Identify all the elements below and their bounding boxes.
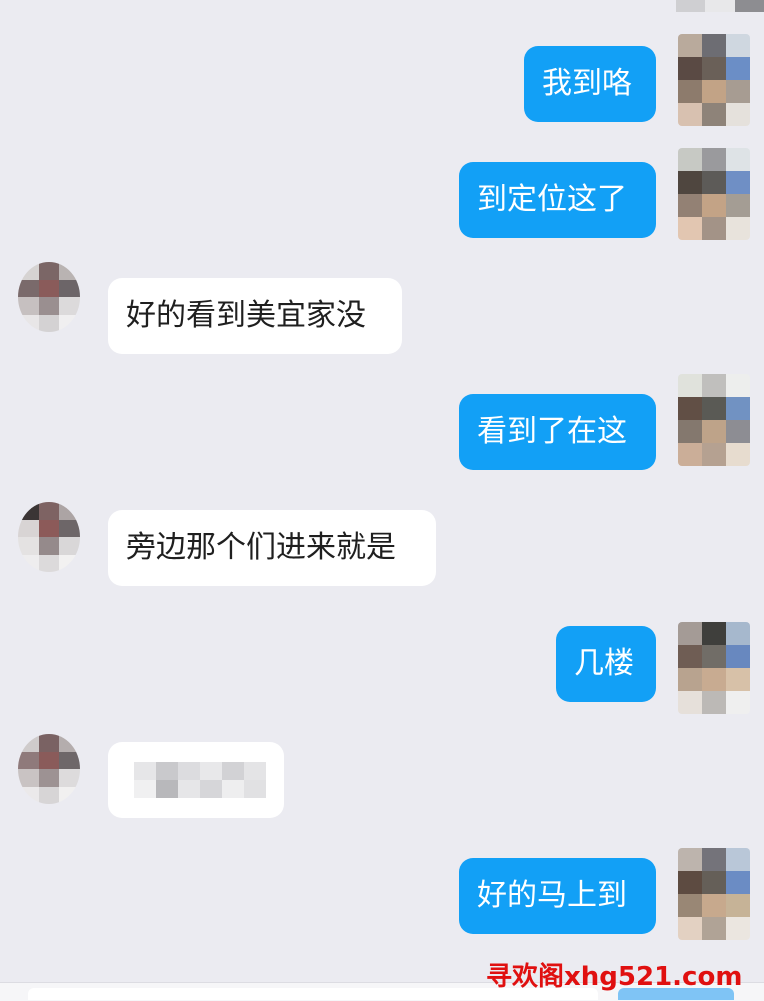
pixelated-message-text bbox=[134, 780, 266, 798]
self-avatar[interactable] bbox=[678, 622, 750, 714]
message-bubble-incoming[interactable]: 旁边那个们进来就是 bbox=[108, 510, 436, 586]
contact-avatar[interactable] bbox=[18, 262, 80, 332]
message-bubble-outgoing[interactable]: 几楼 bbox=[556, 626, 656, 702]
self-avatar[interactable] bbox=[678, 848, 750, 940]
pixelated-message-text bbox=[134, 762, 266, 780]
message-bubble-outgoing[interactable]: 到定位这了 bbox=[459, 162, 656, 238]
contact-avatar[interactable] bbox=[18, 734, 80, 804]
self-avatar[interactable] bbox=[678, 148, 750, 240]
message-bubble-outgoing[interactable]: 看到了在这 bbox=[459, 394, 656, 470]
message-bubble-outgoing[interactable]: 我到咯 bbox=[524, 46, 656, 122]
avatar-fragment-top bbox=[676, 0, 764, 12]
message-bubble-outgoing[interactable]: 好的马上到 bbox=[459, 858, 656, 934]
self-avatar[interactable] bbox=[678, 374, 750, 466]
watermark-text: 寻欢阁xhg521.com bbox=[486, 962, 743, 992]
self-avatar[interactable] bbox=[678, 34, 750, 126]
contact-avatar[interactable] bbox=[18, 502, 80, 572]
message-bubble-incoming[interactable]: 好的看到美宜家没 bbox=[108, 278, 402, 354]
